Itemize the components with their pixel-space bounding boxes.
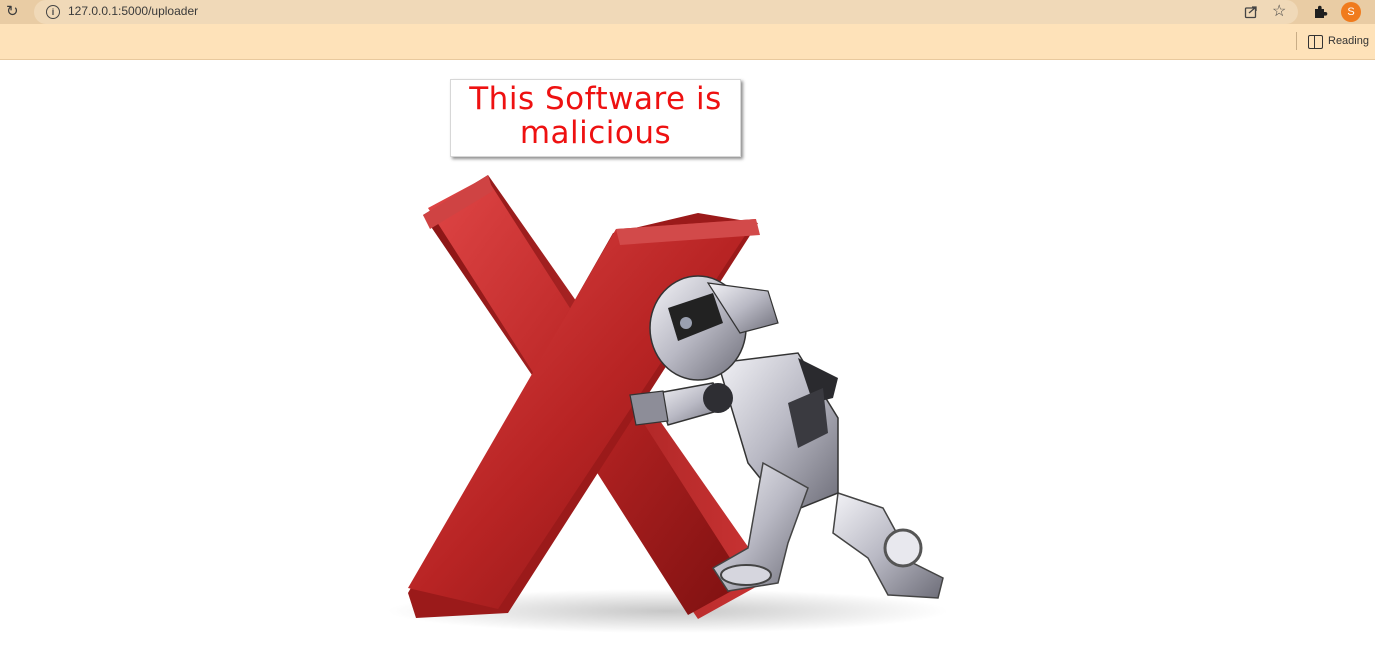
reload-icon[interactable]: ↻ bbox=[6, 2, 24, 22]
info-icon[interactable]: i bbox=[46, 5, 60, 19]
extensions-icon[interactable] bbox=[1312, 4, 1328, 20]
warning-banner: This Software is malicious bbox=[450, 79, 741, 157]
bookmarks-bar bbox=[0, 24, 1375, 60]
profile-avatar[interactable]: S bbox=[1341, 2, 1361, 22]
browser-toolbar: ↻ i 127.0.0.1:5000/uploader ☆ S bbox=[0, 0, 1375, 24]
star-icon[interactable]: ☆ bbox=[1272, 2, 1286, 22]
url-text[interactable]: 127.0.0.1:5000/uploader bbox=[68, 4, 198, 18]
reading-list-icon[interactable] bbox=[1308, 35, 1323, 49]
red-x-robot-image bbox=[388, 175, 948, 633]
address-bar[interactable]: i 127.0.0.1:5000/uploader bbox=[34, 0, 1298, 24]
warning-text: This Software is malicious bbox=[469, 81, 722, 151]
bookmarks-divider bbox=[1296, 32, 1297, 50]
share-icon[interactable] bbox=[1244, 5, 1258, 19]
reading-list-label[interactable]: Reading bbox=[1328, 35, 1369, 47]
